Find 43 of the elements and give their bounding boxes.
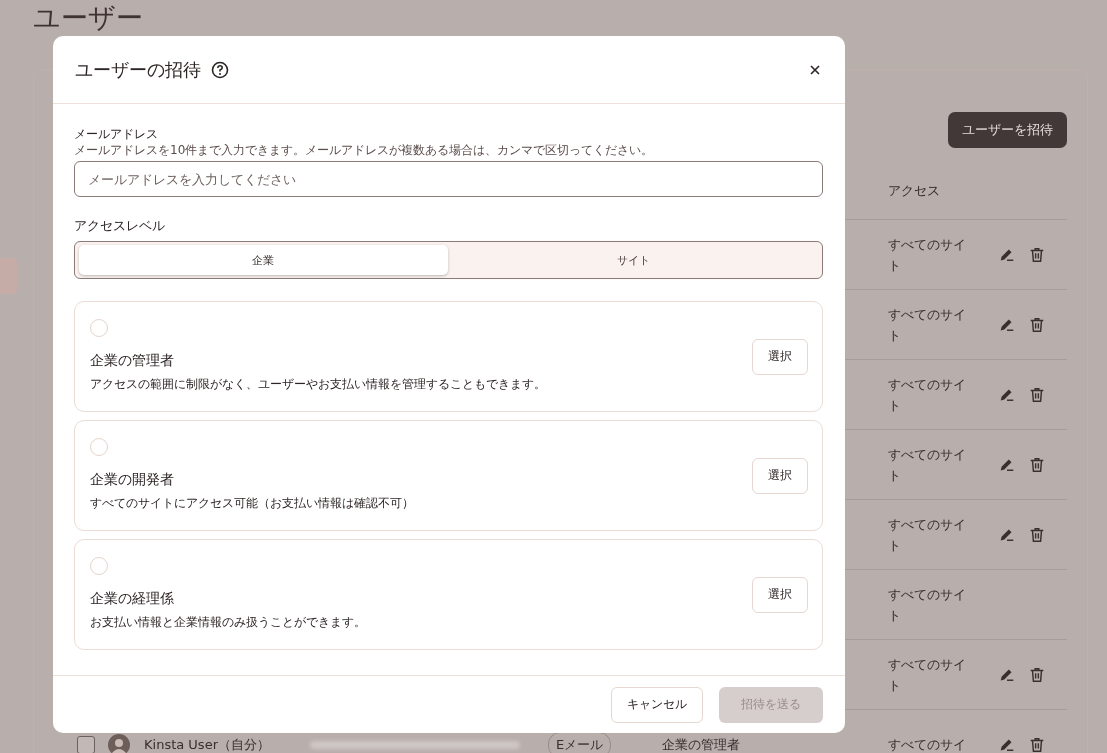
row-checkbox[interactable] [77,735,95,753]
role-description: アクセスの範囲に制限がなく、ユーザーやお支払い情報を管理することもできます。 [90,375,546,393]
invite-user-button[interactable]: ユーザーを招待 [948,112,1067,148]
access-cell-text: すべてのサイト [888,445,967,485]
role-description: お支払い情報と企業情報のみ扱うことができます。 [90,613,366,631]
access-cell-text: すべてのサイト [888,655,967,695]
role-card[interactable]: 企業の経理係 お支払い情報と企業情報のみ扱うことができます。 選択 [74,539,823,650]
access-level-tab[interactable]: サイト [449,245,818,275]
role-title: 企業の経理係 [90,588,174,608]
role-title: 企業の開発者 [90,469,174,489]
close-icon[interactable] [809,63,821,76]
field-label: アクセスレベル [74,217,166,235]
access-cell-text: すべてのサイト [888,235,967,275]
dialog-title: ユーザーの招待 [75,57,201,82]
delete-icon[interactable] [1028,735,1046,753]
email-input[interactable]: メールアドレスを入力してください [74,161,823,197]
delete-icon[interactable] [1028,245,1046,264]
user-name: Kinsta User（自分） [144,735,271,753]
select-button[interactable]: 選択 [752,457,808,494]
column-header: アクセス [888,182,941,200]
delete-icon[interactable] [1028,455,1046,474]
role-title: 企業の管理者 [90,350,174,370]
access-cell-text: すべてのサイト [888,585,967,625]
access-cell-text: すべてのサイト [888,305,967,345]
cancel-button[interactable]: キャンセル [611,686,703,723]
role-card[interactable]: 企業の開発者 すべてのサイトにアクセス可能（お支払い情報は確認不可） 選択 [74,420,823,531]
help-icon[interactable] [211,60,229,79]
delete-icon[interactable] [1028,385,1046,404]
role-description: すべてのサイトにアクセス可能（お支払い情報は確認不可） [90,494,414,512]
select-button[interactable]: 選択 [752,576,808,613]
access-cell-text: すべてのサイト [888,375,967,415]
access-cell-text: すべてのサイ [888,736,967,753]
delete-icon[interactable] [1028,525,1046,544]
field-hint: メールアドレスを10件まで入力できます。メールアドレスが複数ある場合は、カンマで区切ってください。 [74,142,655,158]
page-title: ユーザー [33,2,143,34]
access-cell-text: すべてのサイト [888,515,967,555]
select-button[interactable]: 選択 [752,338,808,375]
role-card[interactable]: 企業の管理者 アクセスの範囲に制限がなく、ユーザーやお支払い情報を管理することもできます。 選択 [74,301,823,412]
access-level-tab[interactable]: 企業 [79,245,448,275]
delete-icon[interactable] [1028,315,1046,334]
field-label: メールアドレス [74,126,159,142]
delete-icon[interactable] [1028,665,1046,684]
role-cell-text: 企業の管理者 [662,735,741,753]
